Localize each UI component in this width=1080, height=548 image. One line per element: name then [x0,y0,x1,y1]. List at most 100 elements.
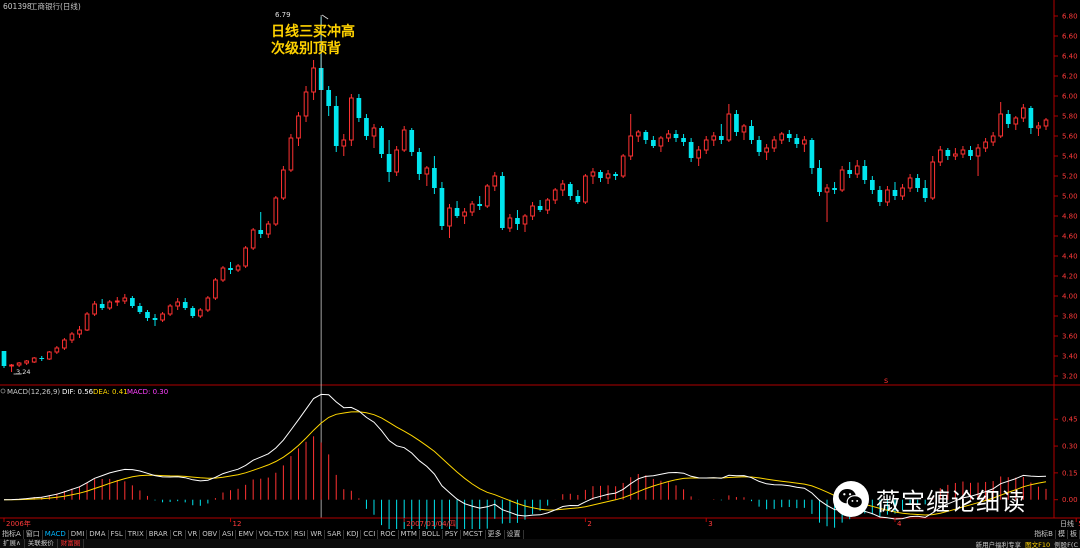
candle [696,146,702,166]
candle-body [869,180,875,190]
indicator-tab[interactable]: FSL [109,529,126,539]
price-tick-label: 4.40 [1062,253,1078,261]
candlestick-series[interactable] [1,17,1049,372]
indicator-tab[interactable]: SAR [325,529,345,539]
indicator-tab[interactable]: 设置 [505,529,524,539]
bottom-marker: s [884,376,888,385]
indicator-tab[interactable]: MCST [461,529,486,539]
indicator-tab[interactable]: ASI [220,529,237,539]
indicator-tab[interactable]: KDJ [344,529,362,539]
candle [567,182,573,200]
bottom-tab[interactable]: 财富圈 [58,539,85,548]
candle-body [160,313,165,321]
indicator-tab[interactable]: ROC [378,529,399,539]
candle-body [145,312,150,318]
indicator-tab[interactable]: MTM [399,529,420,539]
indicator-tab[interactable]: VOL-TDX [257,529,292,539]
bottom-tab[interactable]: 关联报价 [25,539,58,548]
candle-body [416,152,422,174]
macd-tick-label: 0.00 [1062,496,1078,504]
candle-body [333,106,339,146]
candle [469,201,475,216]
candle-body [567,184,573,196]
candle [167,304,173,316]
bottom-right-item[interactable]: 新用户福利专享 [976,539,1022,548]
stock-chart[interactable]: 601398 工商银行(日线) 3.20 3.40 3.60 3.80 4.00 4.20… [0,0,1080,529]
candle [439,182,445,230]
candle-body [794,138,800,144]
bottom-right-item[interactable]: 图文F10 [1025,539,1050,548]
candle-body [326,90,332,106]
candle-body [990,135,996,143]
bottom-tab[interactable]: 扩展∧ [0,539,25,548]
candle [107,300,113,310]
candle-body [711,135,717,141]
indicator-tab[interactable]: RSI [292,529,309,539]
candle [386,140,392,182]
candle-body [439,188,445,226]
candle-body [92,303,97,315]
indicator-tab[interactable]: MACD [43,529,69,539]
toolbar-right-tab[interactable]: 板 [1068,529,1080,539]
candle [265,221,271,238]
candle-body [651,140,656,146]
bottom-right-item[interactable]: 例股F(C [1054,539,1078,548]
indicator-tab[interactable]: 指标A [0,529,24,539]
time-tick-label: 12 [233,520,242,528]
candle-body [182,302,188,308]
candle-body [930,161,936,199]
candle [243,246,248,268]
indicator-tab[interactable]: CR [171,529,186,539]
candle [333,96,339,152]
price-tick-label: 6.20 [1062,73,1078,81]
candle-body [77,329,82,335]
candle [937,146,943,166]
toolbar-right-tab[interactable]: 指标B [1032,529,1056,539]
candle-body [356,98,362,118]
candle-body [16,362,22,366]
candle [794,134,800,148]
candle [462,208,467,224]
candle [741,124,747,140]
candle [749,120,754,144]
candle-body [839,169,845,191]
indicator-tab[interactable]: CCI [361,529,379,539]
candle-body [598,172,603,178]
indicator-tab[interactable]: EMV [236,529,257,539]
macd-dea-value: DEA: 0.41 [93,388,128,396]
candle-body [500,176,505,228]
candle-body [454,208,460,216]
indicator-tab[interactable]: BRAR [147,529,171,539]
candle-body [968,150,973,156]
candle [915,174,920,192]
peak-price-label: 6.79 [275,11,291,19]
bottom-bar: 扩展∧ 关联报价 财富圈 新用户福利专享 图文F10 例股F(C [0,539,1080,548]
indicator-tab[interactable]: VR [186,529,201,539]
candle-body [213,279,218,299]
indicator-tab[interactable]: TRIX [126,529,147,539]
price-tick-label: 6.60 [1062,33,1078,41]
indicator-tab[interactable]: OBV [200,529,221,539]
indicator-tab[interactable]: DMI [69,529,88,539]
candle-body [590,171,596,177]
candle [854,160,860,178]
candle-body [220,267,226,281]
candle [190,306,196,318]
candle-body [228,268,233,270]
candle-body [462,211,467,217]
indicator-tab[interactable]: 更多 [486,529,505,539]
candle-body [681,138,686,142]
candle [703,136,709,154]
candle-body [915,178,920,188]
candle [416,148,422,180]
candle [114,297,120,306]
candle-body [522,215,528,225]
candle-body [152,318,158,320]
indicator-tab[interactable]: BOLL [420,529,443,539]
indicator-tab[interactable]: PSY [443,529,461,539]
toolbar-right-tab[interactable]: 模 [1056,529,1068,539]
price-tick-label: 4.60 [1062,233,1078,241]
indicator-tab[interactable]: WR [308,529,326,539]
indicator-tab[interactable]: 窗口 [24,529,43,539]
indicator-tab[interactable]: DMA [87,529,109,539]
